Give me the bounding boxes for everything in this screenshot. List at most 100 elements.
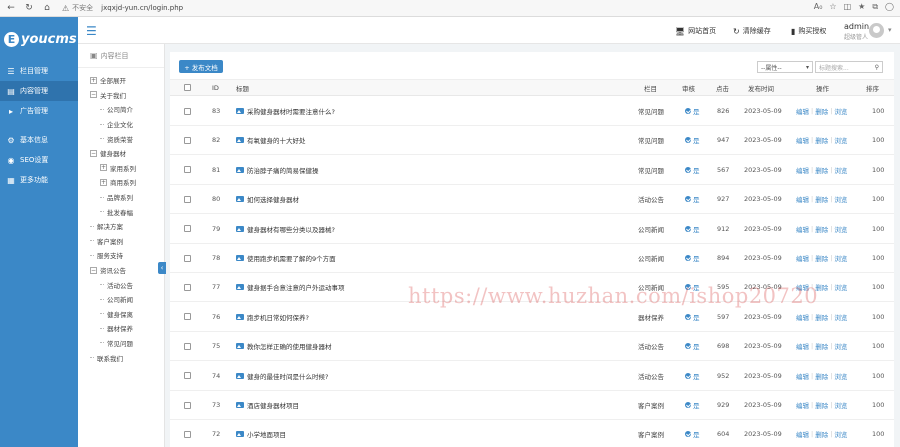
collapse-icon[interactable]: − — [90, 91, 97, 99]
tree-node[interactable]: 公司简介 — [78, 102, 164, 117]
edit-link[interactable]: 编辑 — [796, 194, 809, 204]
edit-link[interactable]: 编辑 — [796, 224, 809, 234]
clear-cache-link[interactable]: ↻ 清除缓存 — [733, 26, 771, 36]
row-title-link[interactable]: 如何选择健身器材 — [236, 185, 299, 213]
tree-node[interactable]: 客户案例 — [78, 234, 164, 249]
delete-link[interactable]: 删除 — [815, 312, 828, 322]
delete-link[interactable]: 删除 — [815, 400, 828, 410]
view-link[interactable]: 浏览 — [834, 312, 847, 322]
expand-icon[interactable]: + — [100, 164, 107, 172]
search-icon[interactable]: ⚲ — [875, 64, 879, 71]
delete-link[interactable]: 删除 — [815, 341, 828, 351]
row-audit-toggle[interactable]: 是 — [685, 97, 700, 125]
collections-icon[interactable]: ⧉ — [872, 2, 878, 12]
row-title-link[interactable]: 使用跑步机需要了解的9个方面 — [236, 244, 336, 272]
row-checkbox[interactable] — [184, 225, 191, 233]
collapse-icon[interactable]: − — [90, 149, 97, 157]
view-link[interactable]: 浏览 — [834, 106, 847, 116]
buy-license-link[interactable]: ▮ 购买授权 — [791, 26, 826, 36]
row-audit-toggle[interactable]: 是 — [685, 391, 700, 419]
view-link[interactable]: 浏览 — [834, 429, 847, 439]
row-title-link[interactable]: 跑步机日常如何保养? — [236, 303, 309, 331]
tree-node[interactable]: 解决方案 — [78, 219, 164, 234]
tree-node[interactable]: − 关于我们 — [78, 88, 164, 103]
select-all-checkbox[interactable] — [184, 84, 191, 91]
expand-icon[interactable]: + — [90, 76, 97, 84]
row-checkbox[interactable] — [184, 342, 191, 350]
row-title-link[interactable]: 健身据手合意注意的户外运动事项 — [236, 273, 345, 301]
tree-node[interactable]: + 全部展开 — [78, 73, 164, 88]
tree-node[interactable]: 品牌系列 — [78, 190, 164, 205]
edit-link[interactable]: 编辑 — [796, 312, 809, 322]
tree-node[interactable]: 企业文化 — [78, 117, 164, 132]
view-link[interactable]: 浏览 — [834, 371, 847, 381]
add-document-button[interactable]: + 发布文档 — [179, 60, 223, 73]
star-icon[interactable]: ☆ — [829, 2, 836, 12]
edit-link[interactable]: 编辑 — [796, 135, 809, 145]
view-link[interactable]: 浏览 — [834, 194, 847, 204]
profile-icon[interactable]: ◯ — [885, 2, 894, 12]
view-link[interactable]: 浏览 — [834, 165, 847, 175]
row-checkbox[interactable] — [184, 313, 191, 321]
tree-node[interactable]: 资质荣誉 — [78, 131, 164, 146]
sidebar-item-4[interactable]: ◉ SEO设置 — [0, 150, 78, 170]
row-title-link[interactable]: 酒店健身器材项目 — [236, 391, 299, 419]
tree-node[interactable]: − 资讯公告 — [78, 263, 164, 278]
row-checkbox[interactable] — [184, 401, 191, 409]
row-audit-toggle[interactable]: 是 — [685, 420, 700, 447]
reload-icon[interactable]: ↻ — [22, 1, 36, 15]
tree-node[interactable]: 健身保离 — [78, 307, 164, 322]
address-bar[interactable]: ⚠ 不安全 jxqxjd-yun.cn/login.php — [62, 3, 183, 13]
row-audit-toggle[interactable]: 是 — [685, 156, 700, 184]
delete-link[interactable]: 删除 — [815, 135, 828, 145]
tree-node[interactable]: − 健身器材 — [78, 146, 164, 161]
row-title-link[interactable]: 健身的最佳时间是什么时候? — [236, 362, 328, 390]
row-audit-toggle[interactable]: 是 — [685, 126, 700, 154]
row-title-link[interactable]: 采购健身器材时需要注意什么? — [236, 97, 335, 125]
edit-link[interactable]: 编辑 — [796, 253, 809, 263]
sidebar-item-0[interactable]: ☰ 栏目管理 — [0, 61, 78, 81]
tree-node[interactable]: + 商用系列 — [78, 175, 164, 190]
row-checkbox[interactable] — [184, 107, 191, 115]
home-icon[interactable]: ⌂ — [40, 1, 54, 15]
row-checkbox[interactable] — [184, 195, 191, 203]
delete-link[interactable]: 删除 — [815, 106, 828, 116]
sidebar-item-3[interactable]: ⚙ 基本信息 — [0, 130, 78, 150]
edit-link[interactable]: 编辑 — [796, 165, 809, 175]
row-audit-toggle[interactable]: 是 — [685, 185, 700, 213]
row-checkbox[interactable] — [184, 136, 191, 144]
url-text[interactable]: jxqxjd-yun.cn/login.php — [101, 4, 183, 12]
tree-node[interactable]: 活动公告 — [78, 277, 164, 292]
row-audit-toggle[interactable]: 是 — [685, 362, 700, 390]
view-link[interactable]: 浏览 — [834, 224, 847, 234]
delete-link[interactable]: 删除 — [815, 429, 828, 439]
edit-link[interactable]: 编辑 — [796, 106, 809, 116]
tree-node[interactable]: 公司新闻 — [78, 292, 164, 307]
row-audit-toggle[interactable]: 是 — [685, 244, 700, 272]
edit-link[interactable]: 编辑 — [796, 341, 809, 351]
view-link[interactable]: 浏览 — [834, 135, 847, 145]
sidebar-item-5[interactable]: ▦ 更多功能 — [0, 170, 78, 190]
avatar[interactable] — [869, 23, 884, 38]
website-home-link[interactable]: 🖥 网站首页 — [675, 26, 716, 36]
row-checkbox[interactable] — [184, 254, 191, 262]
split-screen-icon[interactable]: ◫ — [844, 2, 852, 12]
view-link[interactable]: 浏览 — [834, 282, 847, 292]
view-link[interactable]: 浏览 — [834, 400, 847, 410]
tree-node[interactable]: 联系我们 — [78, 350, 164, 365]
row-audit-toggle[interactable]: 是 — [685, 332, 700, 360]
row-checkbox[interactable] — [184, 166, 191, 174]
row-audit-toggle[interactable]: 是 — [685, 215, 700, 243]
menu-toggle-icon[interactable]: ☰ — [86, 24, 97, 38]
edit-link[interactable]: 编辑 — [796, 400, 809, 410]
row-title-link[interactable]: 教你怎样正确的使用健身器材 — [236, 332, 332, 360]
row-title-link[interactable]: 小学地面项目 — [236, 420, 286, 447]
row-title-link[interactable]: 防治脖子痛的简易保健操 — [236, 156, 319, 184]
read-aloud-icon[interactable]: A₀ — [814, 2, 823, 12]
row-checkbox[interactable] — [184, 283, 191, 291]
edit-link[interactable]: 编辑 — [796, 371, 809, 381]
edit-link[interactable]: 编辑 — [796, 429, 809, 439]
delete-link[interactable]: 删除 — [815, 253, 828, 263]
favorites-icon[interactable]: ★ — [858, 2, 865, 12]
collapse-tree-button[interactable]: ‹ — [158, 262, 166, 274]
